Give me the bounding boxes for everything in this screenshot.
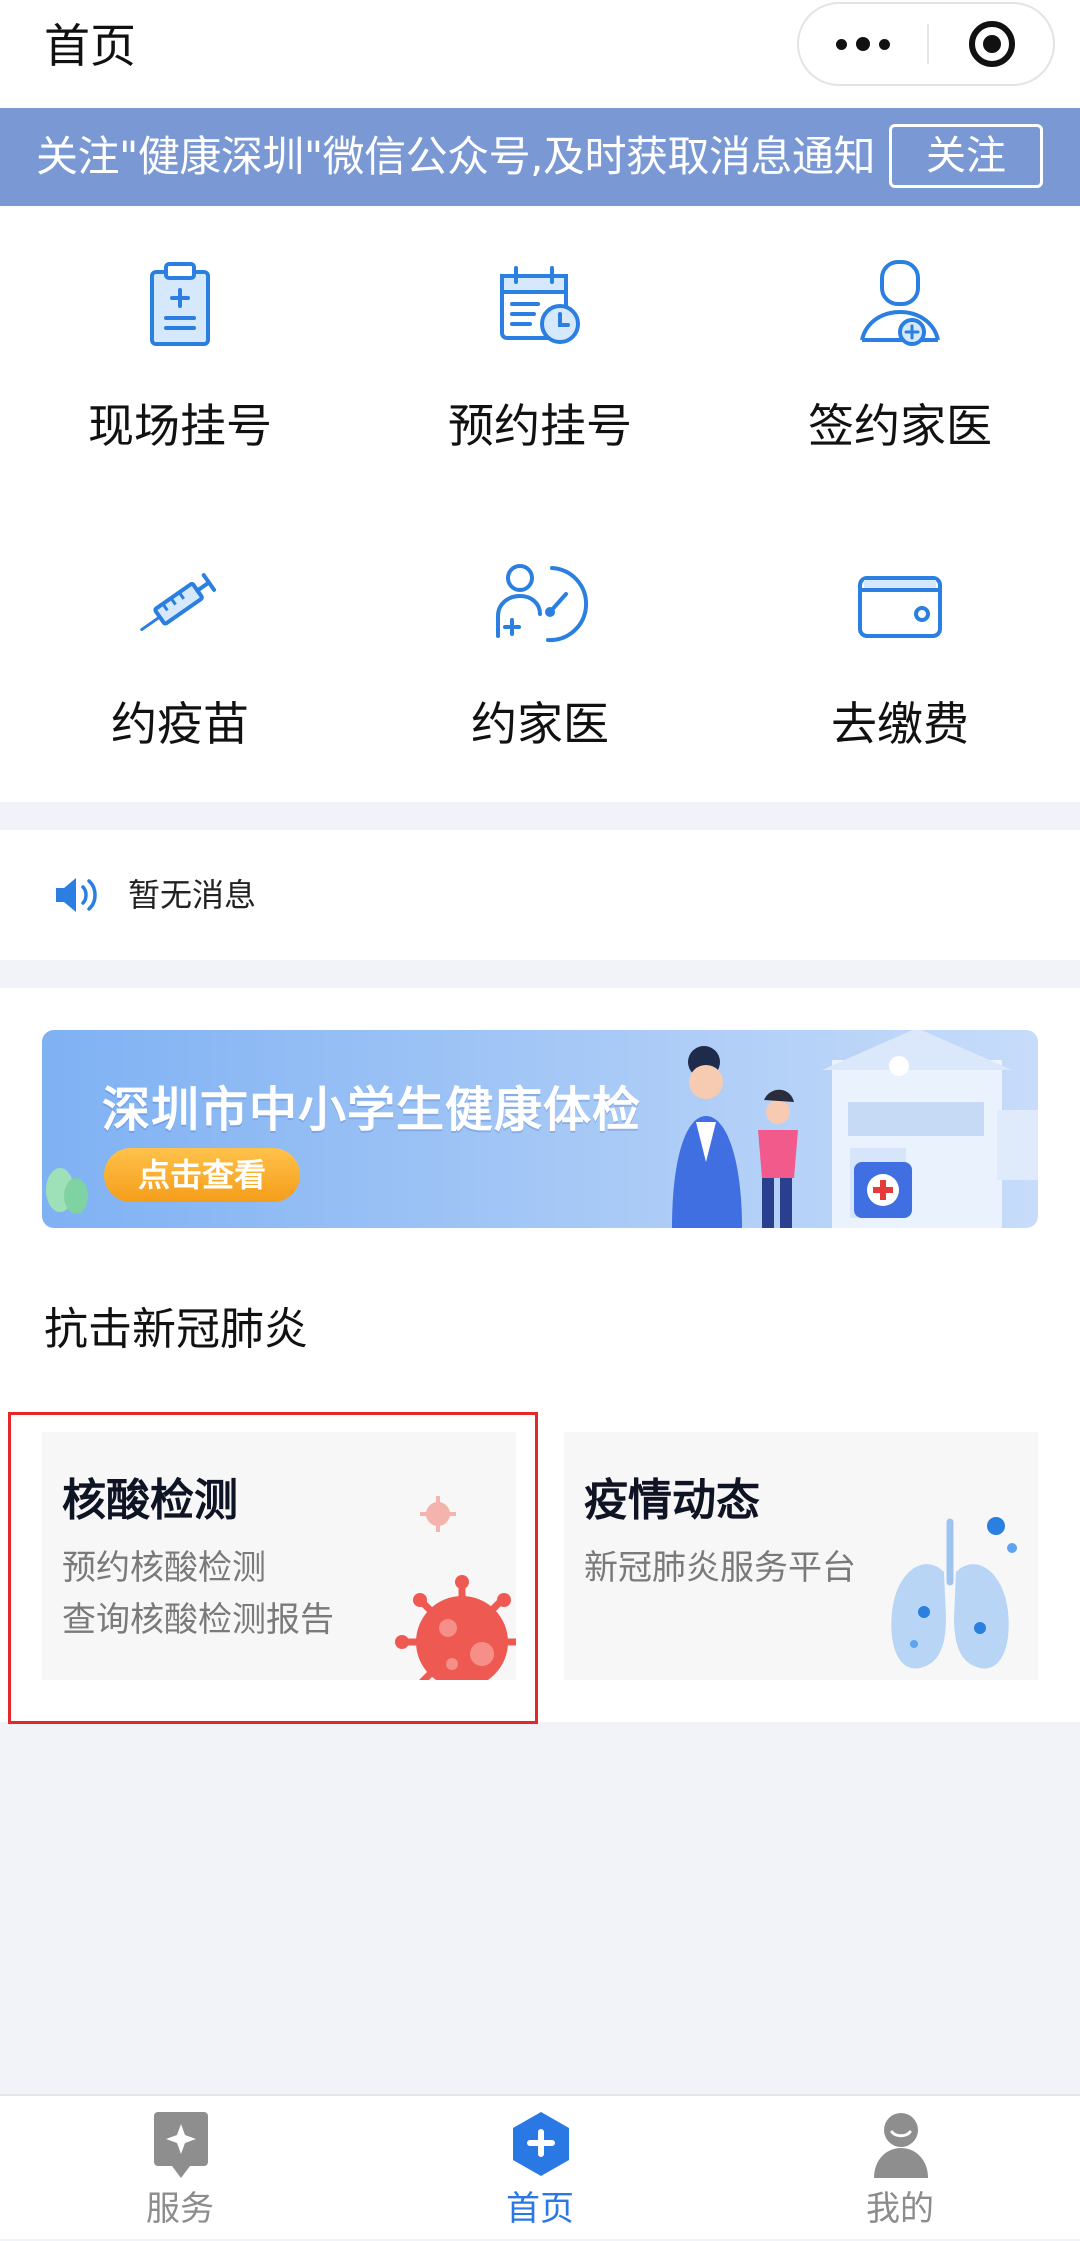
tab-profile[interactable]: 我的 [720, 2096, 1080, 2241]
service-payment[interactable]: 去缴费 [720, 504, 1080, 764]
service-appointment-registration[interactable]: 预约挂号 [360, 206, 720, 466]
speaker-icon [56, 878, 97, 912]
doctor-plus-icon [860, 260, 940, 346]
service-grid: 现场挂号 预约挂号 签约家医 约疫苗 约家医 去缴费 [0, 206, 1080, 802]
clipboard-icon [150, 262, 210, 346]
lungs-icon [891, 1517, 1017, 1669]
more-dots-icon[interactable] [799, 4, 927, 84]
service-vaccine[interactable]: 约疫苗 [0, 504, 360, 764]
service-family-doctor-signing[interactable]: 签约家医 [720, 206, 1080, 466]
banner-illustration [46, 1030, 1038, 1228]
selection-highlight-box [8, 1412, 538, 1724]
service-family-doctor-appointment[interactable]: 约家医 [360, 504, 720, 764]
tab-service[interactable]: 服务 [0, 2096, 360, 2241]
syringe-icon [140, 573, 217, 632]
message-text: 暂无消息 [128, 876, 257, 914]
user-profile-icon [874, 2113, 928, 2178]
tab-label: 我的 [866, 2189, 934, 2229]
wallet-icon [858, 576, 942, 638]
service-label: 现场挂号 [88, 399, 272, 453]
tile-title: 疫情动态 [584, 1475, 760, 1526]
tab-home[interactable]: 首页 [360, 2096, 720, 2241]
bottom-tab-bar: 服务 首页 我的 [0, 2094, 1080, 2239]
tab-label: 首页 [506, 2189, 574, 2229]
service-label: 签约家医 [808, 399, 992, 453]
service-onsite-registration[interactable]: 现场挂号 [0, 206, 360, 466]
page-title: 首页 [44, 19, 136, 73]
follow-button[interactable]: 关注 [889, 124, 1043, 188]
service-label: 预约挂号 [448, 399, 632, 453]
tab-label: 服务 [146, 2189, 214, 2229]
epidemic-news-tile[interactable]: 疫情动态 新冠肺炎服务平台 [564, 1432, 1038, 1680]
notice-text: 关注"健康深圳"微信公众号,及时获取消息通知 [36, 132, 876, 181]
target-close-icon[interactable] [969, 21, 1015, 67]
miniprogram-capsule [797, 2, 1055, 86]
service-label: 约疫苗 [111, 697, 249, 751]
service-star-icon [154, 2112, 208, 2178]
tile-subtitle: 新冠肺炎服务平台 [584, 1548, 856, 1588]
health-checkup-banner[interactable]: 深圳市中小学生健康体检 点击查看 [42, 1030, 1038, 1228]
top-navigation-bar: 首页 [0, 0, 1080, 108]
calendar-clock-icon [500, 266, 580, 344]
message-bar[interactable]: 暂无消息 [0, 830, 1080, 960]
person-timer-icon [496, 564, 589, 643]
service-label: 约家医 [471, 697, 609, 751]
home-plus-icon [513, 2112, 569, 2176]
capsule-divider [927, 24, 929, 64]
service-label: 去缴费 [831, 697, 969, 751]
section-title: 抗击新冠肺炎 [44, 1304, 308, 1355]
